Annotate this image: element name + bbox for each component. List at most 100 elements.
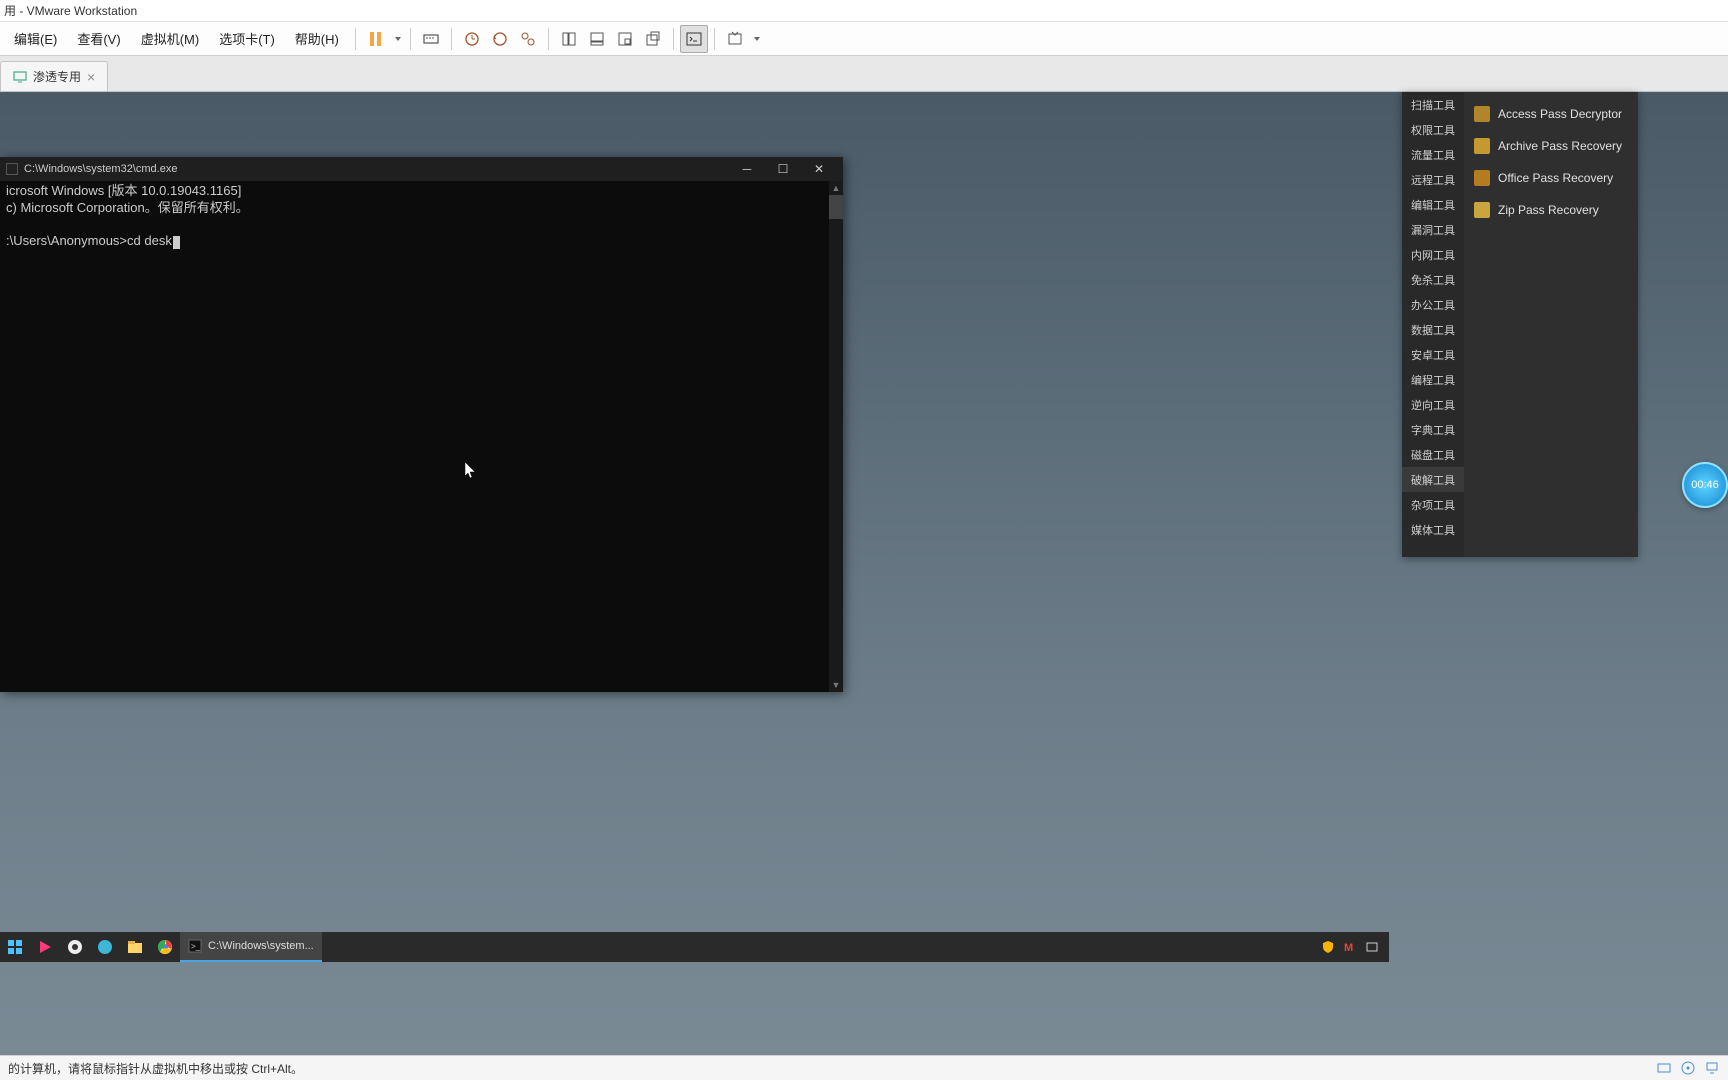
tool-icon — [1474, 170, 1490, 186]
tool-cat-intranet[interactable]: 内网工具 — [1402, 242, 1464, 267]
taskbar-app[interactable] — [150, 932, 180, 962]
vm-display-area[interactable]: C:\Windows\system32\cmd.exe ─ ☐ ✕ icroso… — [0, 92, 1728, 1055]
taskbar-cmd-task[interactable]: >_ C:\Windows\system... — [180, 932, 322, 962]
pause-icon — [370, 32, 381, 46]
timer-value: 00:46 — [1691, 479, 1719, 491]
menu-help[interactable]: 帮助(H) — [285, 25, 349, 52]
tool-item[interactable]: Archive Pass Recovery — [1464, 130, 1638, 162]
tab-close-button[interactable]: × — [87, 69, 95, 85]
fullscreen-icon — [726, 30, 744, 48]
shield-icon[interactable] — [1321, 940, 1335, 954]
tool-cat-traffic[interactable]: 流量工具 — [1402, 142, 1464, 167]
app-titlebar: 用 - VMware Workstation — [0, 0, 1728, 22]
separator — [451, 28, 452, 50]
view-single-button[interactable] — [555, 25, 583, 53]
tool-categories: 扫描工具 权限工具 流量工具 远程工具 编辑工具 漏洞工具 内网工具 免杀工具 … — [1402, 92, 1464, 557]
tool-cat-media[interactable]: 媒体工具 — [1402, 517, 1464, 542]
m-icon[interactable]: M — [1343, 940, 1357, 954]
status-device-icons — [1656, 1060, 1720, 1076]
tool-item-label: Office Pass Recovery — [1498, 171, 1613, 185]
tool-cat-evasion[interactable]: 免杀工具 — [1402, 267, 1464, 292]
tool-icon — [1474, 202, 1490, 218]
chrome-icon — [156, 938, 174, 956]
statusbar: 的计算机，请将鼠标指针从虚拟机中移出或按 Ctrl+Alt。 — [0, 1055, 1728, 1080]
separator — [714, 28, 715, 50]
svg-text:>_: >_ — [191, 942, 201, 951]
network-icon[interactable] — [1365, 940, 1379, 954]
terminal-icon — [685, 30, 703, 48]
view-thumbnail-button[interactable] — [583, 25, 611, 53]
tool-cat-crack[interactable]: 破解工具 — [1402, 467, 1464, 492]
cd-icon[interactable] — [1680, 1060, 1696, 1076]
tool-cat-edit[interactable]: 编辑工具 — [1402, 192, 1464, 217]
fullscreen-button[interactable] — [721, 25, 749, 53]
tool-icon — [1474, 106, 1490, 122]
tool-item[interactable]: Office Pass Recovery — [1464, 162, 1638, 194]
vm-taskbar: >_ C:\Windows\system... M — [0, 932, 1389, 962]
view-unity-button[interactable] — [639, 25, 667, 53]
media-icon — [36, 938, 54, 956]
snapshot-button[interactable] — [458, 25, 486, 53]
tool-cat-disk[interactable]: 磁盘工具 — [1402, 442, 1464, 467]
cmd-window: C:\Windows\system32\cmd.exe ─ ☐ ✕ icroso… — [0, 157, 843, 692]
layout-bottom-icon — [588, 30, 606, 48]
tool-cat-privilege[interactable]: 权限工具 — [1402, 117, 1464, 142]
pause-button[interactable] — [362, 25, 390, 53]
tool-item[interactable]: Access Pass Decryptor — [1464, 98, 1638, 130]
taskbar-app[interactable] — [60, 932, 90, 962]
cmd-icon: >_ — [188, 939, 202, 953]
menubar: 编辑(E) 查看(V) 虚拟机(M) 选项卡(T) 帮助(H) — [0, 22, 1728, 56]
maximize-button[interactable]: ☐ — [765, 157, 801, 181]
windows-icon — [6, 938, 24, 956]
minimize-button[interactable]: ─ — [729, 157, 765, 181]
layout-corner-icon — [616, 30, 634, 48]
send-ctrl-alt-del-button[interactable] — [417, 25, 445, 53]
disk-icon[interactable] — [1656, 1060, 1672, 1076]
tool-cat-data[interactable]: 数据工具 — [1402, 317, 1464, 342]
circle-app-icon — [66, 938, 84, 956]
tool-cat-dict[interactable]: 字典工具 — [1402, 417, 1464, 442]
cmd-output[interactable]: icrosoft Windows [版本 10.0.19043.1165] c)… — [0, 181, 843, 252]
tool-item[interactable]: Zip Pass Recovery — [1464, 194, 1638, 226]
tool-icon — [1474, 138, 1490, 154]
cmd-titlebar[interactable]: C:\Windows\system32\cmd.exe ─ ☐ ✕ — [0, 157, 843, 181]
fullscreen-dropdown[interactable] — [749, 25, 763, 53]
timer-widget[interactable]: 00:46 — [1682, 462, 1728, 508]
snapshot-manager-button[interactable] — [514, 25, 542, 53]
start-button[interactable] — [0, 932, 30, 962]
tool-cat-remote[interactable]: 远程工具 — [1402, 167, 1464, 192]
cmd-app-icon — [6, 163, 18, 175]
tool-cat-android[interactable]: 安卓工具 — [1402, 342, 1464, 367]
vm-tab[interactable]: 渗透专用 × — [0, 61, 108, 91]
pause-dropdown[interactable] — [390, 25, 404, 53]
system-tray: M — [1321, 940, 1389, 954]
svg-text:M: M — [1344, 942, 1353, 954]
tool-cat-office[interactable]: 办公工具 — [1402, 292, 1464, 317]
menu-view[interactable]: 查看(V) — [67, 25, 130, 52]
scroll-up-icon[interactable]: ▲ — [829, 181, 843, 195]
console-view-button[interactable] — [680, 25, 708, 53]
tool-item-label: Zip Pass Recovery — [1498, 203, 1599, 217]
tool-cat-vuln[interactable]: 漏洞工具 — [1402, 217, 1464, 242]
tool-cat-scan[interactable]: 扫描工具 — [1402, 92, 1464, 117]
tool-cat-reverse[interactable]: 逆向工具 — [1402, 392, 1464, 417]
tool-cat-misc[interactable]: 杂项工具 — [1402, 492, 1464, 517]
app-title: 用 - VMware Workstation — [4, 2, 137, 19]
menu-vm[interactable]: 虚拟机(M) — [131, 25, 210, 52]
taskbar-app[interactable] — [30, 932, 60, 962]
view-console-button[interactable] — [611, 25, 639, 53]
network-icon[interactable] — [1704, 1060, 1720, 1076]
close-button[interactable]: ✕ — [801, 157, 837, 181]
taskbar-app[interactable] — [120, 932, 150, 962]
tool-cat-coding[interactable]: 编程工具 — [1402, 367, 1464, 392]
taskbar-app[interactable] — [90, 932, 120, 962]
edge-icon — [96, 938, 114, 956]
scroll-down-icon[interactable]: ▼ — [829, 678, 843, 692]
cmd-scrollbar[interactable]: ▲ ▼ — [829, 181, 843, 692]
scroll-thumb[interactable] — [829, 195, 843, 219]
revert-snapshot-button[interactable] — [486, 25, 514, 53]
separator — [410, 28, 411, 50]
menu-edit[interactable]: 编辑(E) — [4, 25, 67, 52]
separator — [355, 28, 356, 50]
menu-tabs[interactable]: 选项卡(T) — [209, 25, 285, 52]
